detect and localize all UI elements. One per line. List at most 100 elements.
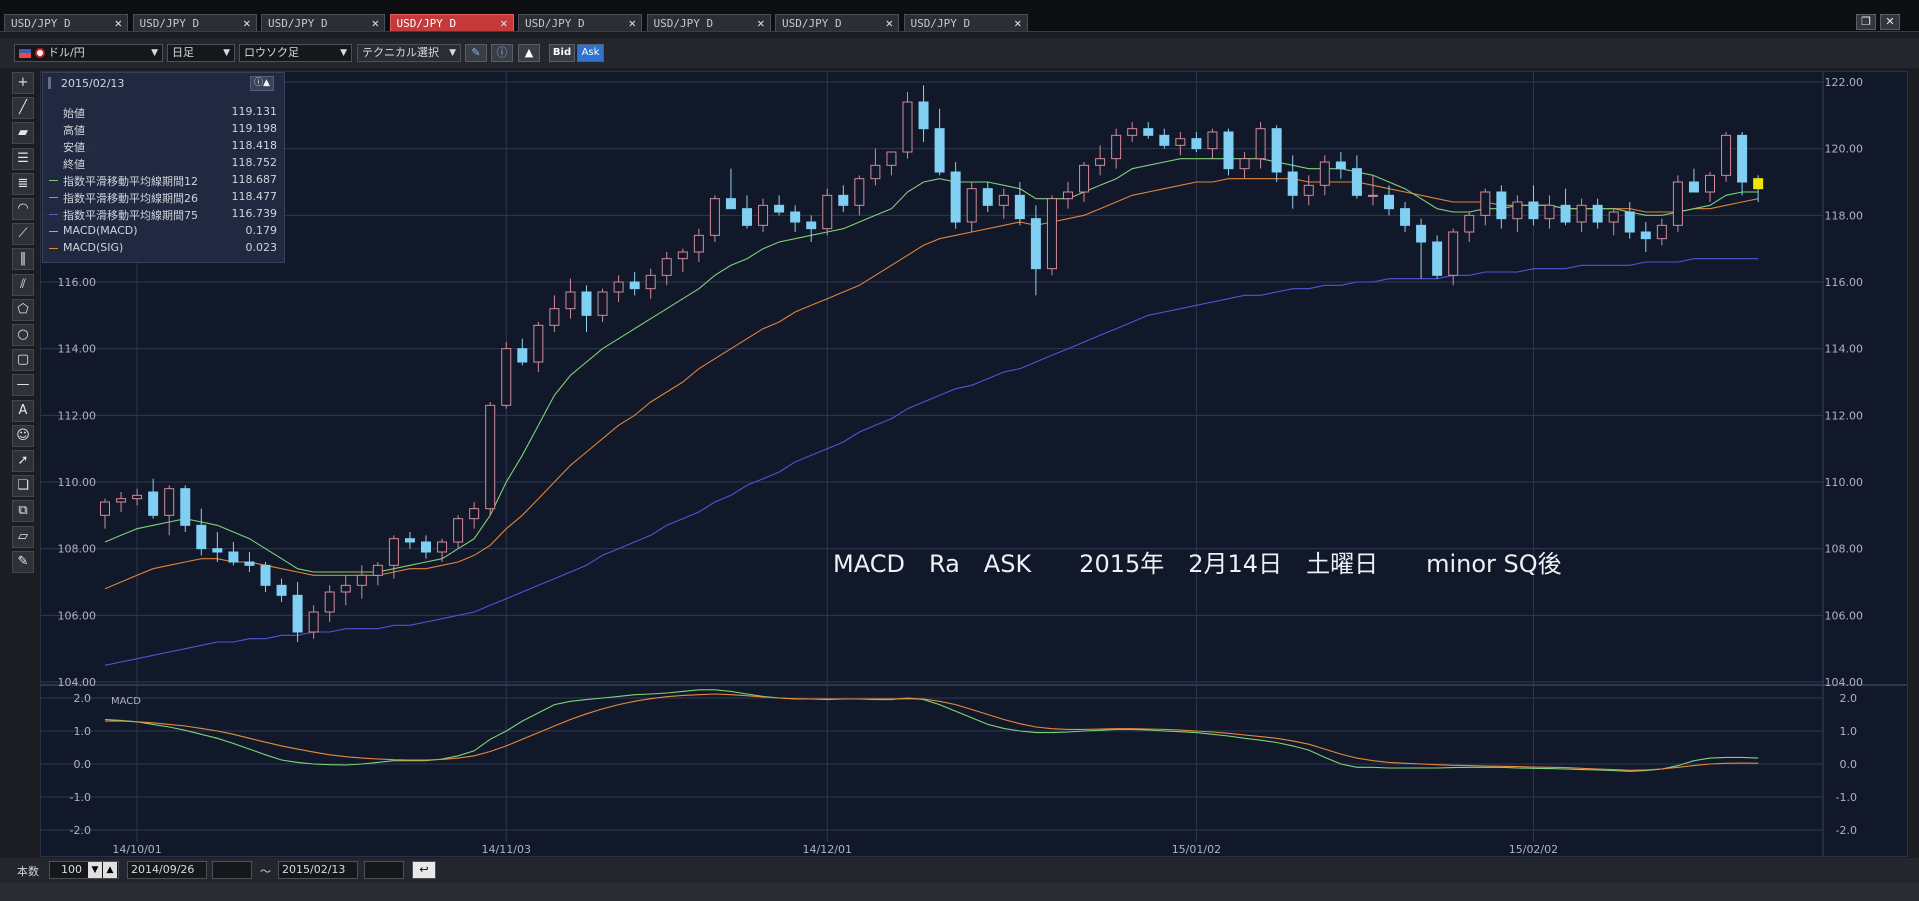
text-tool[interactable]: A <box>12 399 34 422</box>
tab-usdjpy-1[interactable]: USD/JPY D ✕ <box>4 14 128 31</box>
us-flag-icon <box>19 48 31 58</box>
close-icon[interactable]: ✕ <box>757 15 764 32</box>
info-button[interactable]: ⓘ <box>491 44 513 62</box>
candle <box>581 285 592 332</box>
rectangle-tool[interactable]: ▢ <box>12 349 34 372</box>
copy-tool[interactable]: ❏ <box>12 475 34 498</box>
candle-body <box>1271 128 1282 173</box>
candle <box>677 248 688 272</box>
series-swatch <box>49 214 58 215</box>
delete-tool[interactable]: ✎ <box>12 550 34 573</box>
chart-panel[interactable]: 104.00 104.00 106.00 106.00 108.00 108.00 110.… <box>40 71 1908 857</box>
pentagon-tool[interactable]: ⬠ <box>12 298 34 321</box>
close-icon[interactable]: ✕ <box>629 15 636 32</box>
tab-label: USD/JPY D <box>396 17 457 30</box>
trendline-icon: ╱ <box>19 100 27 116</box>
candle-body <box>1351 168 1362 196</box>
candle-body <box>517 348 528 363</box>
fan-tool[interactable]: ⟋ <box>12 223 34 246</box>
eraser-tool[interactable]: ▱ <box>12 525 34 548</box>
candle-body <box>1432 241 1443 276</box>
ask-button[interactable]: Ask <box>577 44 604 62</box>
candle-body <box>1191 138 1202 150</box>
pointer-tool[interactable]: ➚ <box>12 450 34 472</box>
close-icon[interactable]: ✕ <box>1014 15 1021 32</box>
candle <box>228 542 239 566</box>
fib-lines-tool[interactable]: ≣ <box>12 172 34 195</box>
macd-y-tick-label-left: 0.0 <box>74 758 92 771</box>
tab-usdjpy-4[interactable]: USD/JPY D ✕ <box>389 14 514 32</box>
candle-body <box>758 204 769 226</box>
ruler-tool[interactable]: ▰ <box>12 122 34 145</box>
draw-settings-button[interactable]: ✎ <box>465 44 487 62</box>
apply-range-button[interactable]: ↩ <box>412 861 436 879</box>
tab-usdjpy-5[interactable]: USD/JPY D ✕ <box>518 14 642 31</box>
icon-stamp-tool[interactable]: ☺ <box>12 424 34 447</box>
trendline-tool[interactable]: ╱ <box>12 97 34 120</box>
macd-y-tick-label-right: -1.0 <box>1836 791 1857 804</box>
close-icon[interactable]: ✕ <box>886 15 893 32</box>
close-icon[interactable]: ✕ <box>500 15 507 32</box>
circle-tool[interactable]: ○ <box>12 324 34 346</box>
horizontal-lines-tool[interactable]: ☰ <box>12 147 34 170</box>
close-window-button[interactable]: ✕ <box>1880 14 1900 30</box>
candle-body <box>404 538 415 543</box>
count-stepper[interactable]: 100 ▼ ▲ <box>49 861 119 879</box>
candle <box>1624 202 1635 239</box>
candle <box>1464 212 1475 242</box>
info-row-label: 指数平滑移動平均線期間12 <box>63 175 198 188</box>
arc-tool[interactable]: ◠ <box>12 198 34 220</box>
chevron-up-icon[interactable]: ▲ <box>103 862 117 878</box>
candle <box>886 151 897 176</box>
bid-label: Bid <box>552 47 572 58</box>
y-tick-label-left: 106.00 <box>58 609 97 622</box>
candle <box>1063 182 1073 209</box>
candle <box>1207 128 1218 159</box>
vertical-lines-tool[interactable]: ‖ <box>12 248 34 271</box>
tab-usdjpy-2[interactable]: USD/JPY D ✕ <box>132 14 257 32</box>
y-tick-label-left: 108.00 <box>58 543 97 556</box>
close-icon[interactable]: ✕ <box>243 15 250 32</box>
close-icon[interactable]: ✕ <box>372 15 379 32</box>
candle <box>1705 172 1715 202</box>
chart-style-select[interactable]: ロウソク足 ▼ <box>239 44 352 62</box>
delete-icon: ✎ <box>17 553 29 569</box>
crosshair-tool[interactable]: + <box>12 72 34 94</box>
y-tick-label-left: 104.00 <box>58 676 97 689</box>
timeframe-select[interactable]: 日足 ▼ <box>167 44 235 62</box>
candle <box>742 195 752 229</box>
candle-body <box>1592 204 1603 223</box>
area-chart-button[interactable]: ▲ <box>518 44 540 62</box>
tab-usdjpy-8[interactable]: USD/JPY D ✕ <box>903 14 1028 32</box>
y-tick-label-right: 120.00 <box>1825 143 1864 156</box>
chart-canvas[interactable]: 104.00 104.00 106.00 106.00 108.00 108.00 110.… <box>41 72 1907 856</box>
layer-tool[interactable]: ⧉ <box>12 500 34 523</box>
end-time-field[interactable] <box>364 861 404 879</box>
y-tick-label-right: 106.00 <box>1825 609 1864 622</box>
currency-pair-label: ドル/円 <box>48 46 85 59</box>
horizontal-line-tool[interactable]: — <box>12 374 34 397</box>
restore-window-button[interactable]: ❐ <box>1856 14 1876 30</box>
chevron-down-icon: ▼ <box>223 48 230 58</box>
technical-select-button[interactable]: テクニカル選択 ▼ <box>357 44 461 62</box>
mountain-chart-icon: ▲ <box>524 46 534 59</box>
candle-body <box>453 518 464 543</box>
end-date-field[interactable]: 2015/02/13 <box>278 861 358 879</box>
start-time-field[interactable] <box>212 861 252 879</box>
horizontal-lines-icon: ☰ <box>17 150 29 166</box>
channel-tool[interactable]: ⫽ <box>12 273 34 296</box>
bid-button[interactable]: Bid <box>549 44 575 62</box>
tab-usdjpy-3[interactable]: USD/JPY D ✕ <box>261 14 385 31</box>
candle-body <box>742 208 752 226</box>
arc-icon: ◠ <box>17 201 29 216</box>
y-tick-label-left: 116.00 <box>58 276 97 289</box>
tab-usdjpy-7[interactable]: USD/JPY D ✕ <box>775 14 899 31</box>
candle <box>838 185 849 212</box>
candle-body <box>581 291 592 316</box>
currency-pair-select[interactable]: ドル/円 ▼ <box>14 44 163 62</box>
collapse-info-box-button[interactable]: ⓘ▲ <box>250 76 274 91</box>
tab-usdjpy-6[interactable]: USD/JPY D ✕ <box>646 14 771 32</box>
chevron-down-icon[interactable]: ▼ <box>88 862 102 878</box>
start-date-field[interactable]: 2014/09/26 <box>127 861 207 879</box>
close-icon[interactable]: ✕ <box>115 15 122 32</box>
